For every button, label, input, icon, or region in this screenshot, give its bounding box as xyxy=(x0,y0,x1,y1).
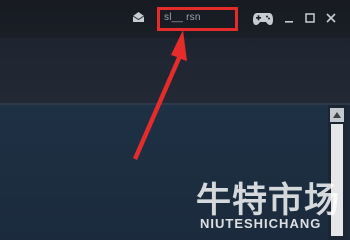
triangle-up-icon xyxy=(333,112,341,118)
scroll-up-button[interactable] xyxy=(330,108,344,122)
close-button[interactable] xyxy=(326,13,336,23)
minimize-button[interactable] xyxy=(284,13,294,23)
header-area xyxy=(0,38,350,104)
gamepad-icon[interactable] xyxy=(252,12,274,26)
highlight-box xyxy=(157,7,238,31)
watermark-english: NIUTESHICHANG xyxy=(200,216,322,231)
maximize-button[interactable] xyxy=(305,13,315,23)
envelope-icon[interactable] xyxy=(132,11,145,23)
